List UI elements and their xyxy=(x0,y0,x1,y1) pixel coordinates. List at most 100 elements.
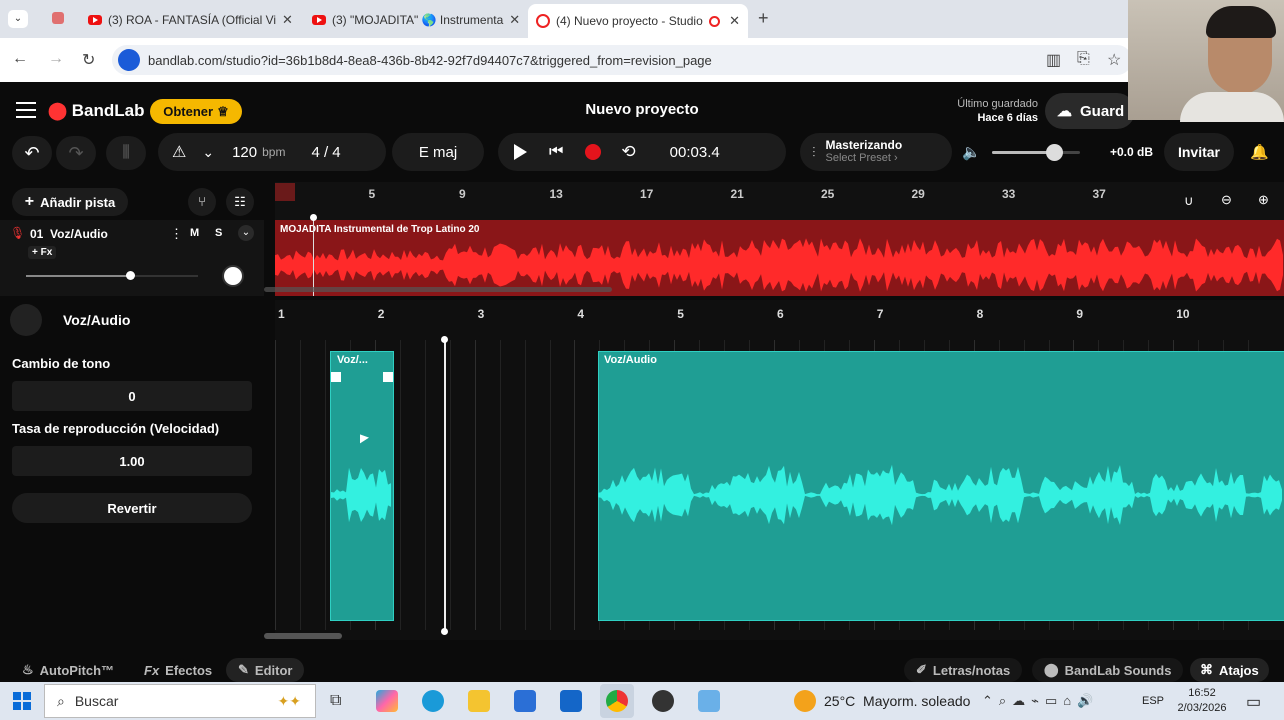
top-horizontal-scrollbar[interactable] xyxy=(264,287,612,292)
forward-icon[interactable]: → xyxy=(48,50,64,68)
site-info-icon[interactable] xyxy=(118,49,140,71)
tab-list-chevron-icon[interactable]: ⌄ xyxy=(8,10,28,28)
tuner-fork-icon[interactable]: ⑂ xyxy=(188,188,216,216)
tempo-group: ⚠ ⌄ 120 bpm 4 / 4 xyxy=(158,133,386,171)
mastering-button[interactable]: ⫶ Masterizando Select Preset › xyxy=(800,133,952,171)
editor-ruler-tick-label: 2 xyxy=(377,307,385,321)
url-field[interactable]: bandlab.com/studio?id=36b1b8d4-8ea8-436b… xyxy=(112,45,1132,75)
tab-efectos[interactable]: Fx Efectos xyxy=(144,658,212,682)
pitch-input[interactable]: 0 xyxy=(12,381,252,411)
skip-back-icon[interactable]: ⏮ xyxy=(549,143,563,161)
speed-input[interactable]: 1.00 xyxy=(12,446,252,476)
bandlab-logo[interactable]: ⬤ BandLab xyxy=(48,101,145,121)
invite-button[interactable]: Invitar xyxy=(1164,133,1234,171)
obtener-button[interactable]: Obtener ♕ xyxy=(150,99,242,124)
outlook-icon[interactable] xyxy=(560,690,582,712)
menu-icon[interactable] xyxy=(16,102,36,118)
volume-icon[interactable]: 🔈 xyxy=(962,143,981,161)
grid-line xyxy=(300,340,301,630)
close-icon[interactable]: ✕ xyxy=(729,13,740,29)
track-name[interactable]: Voz/Audio xyxy=(50,227,108,241)
obs-icon[interactable] xyxy=(652,690,674,712)
close-icon[interactable]: ✕ xyxy=(509,12,520,28)
browser-tab-1[interactable]: (3) ROA - FANTASÍA (Official Vi ✕ xyxy=(80,6,300,34)
volume-slider-knob[interactable] xyxy=(1045,144,1063,161)
close-icon[interactable]: ✕ xyxy=(282,12,293,28)
key-selector[interactable]: E maj xyxy=(392,133,484,171)
tab-label: Editor xyxy=(254,662,293,678)
notifications-icon[interactable]: ▭ xyxy=(1246,692,1261,712)
loop-icon[interactable]: ⟲ xyxy=(621,142,635,162)
metronome-icon[interactable]: ⚠ xyxy=(172,142,186,162)
tab-shortcuts[interactable]: ⌘ Atajos xyxy=(1190,658,1269,682)
language-indicator[interactable]: ESP xyxy=(1142,695,1164,707)
back-icon[interactable]: ← xyxy=(12,50,28,68)
taskbar-search[interactable]: ⌕ Buscar ✦✦ xyxy=(44,684,316,718)
copilot-icon[interactable] xyxy=(376,690,398,712)
chevron-down-icon[interactable]: ⌄ xyxy=(202,144,214,161)
bpm-value[interactable]: 120 xyxy=(232,144,257,161)
clip-trim-handle-right[interactable] xyxy=(383,372,393,382)
task-view-icon[interactable]: ⧉ xyxy=(330,692,341,710)
project-title[interactable]: Nuevo proyecto xyxy=(500,101,784,118)
chrome-icon[interactable] xyxy=(606,690,628,712)
editor-ruler-tick-label: 8 xyxy=(976,307,984,321)
browser-tab-3-active[interactable]: (4) Nuevo proyecto - Studio ✕ xyxy=(528,4,748,38)
install-app-icon[interactable]: ⎘ xyxy=(1077,50,1090,68)
redo-icon[interactable]: ↷ xyxy=(56,136,96,170)
file-explorer-icon[interactable] xyxy=(468,690,490,712)
app-icon[interactable] xyxy=(698,690,720,712)
clip-trim-handle-left[interactable] xyxy=(331,372,341,382)
editor-playhead[interactable] xyxy=(444,340,446,632)
notifications-bell-icon[interactable]: 🔔 xyxy=(1250,143,1269,161)
play-icon[interactable] xyxy=(514,144,527,160)
sparkle-icon: ✦✦ xyxy=(277,692,301,709)
track-menu-icon[interactable]: ⋮ xyxy=(170,226,183,242)
new-tab-icon[interactable]: + xyxy=(758,8,769,29)
record-icon[interactable] xyxy=(585,144,602,160)
track-volume-knob[interactable] xyxy=(126,271,135,280)
time-signature[interactable]: 4 / 4 xyxy=(311,144,340,161)
editor-horizontal-scrollbar[interactable] xyxy=(264,633,342,639)
save-button[interactable]: ☁ Guard xyxy=(1045,93,1135,129)
autopitch-icon: ♨ xyxy=(22,662,34,677)
mute-button[interactable]: M xyxy=(190,227,199,239)
tab-group-icon[interactable] xyxy=(52,12,64,24)
revert-button[interactable]: Revertir xyxy=(12,493,252,523)
edge-icon[interactable] xyxy=(422,690,444,712)
zoom-in-icon[interactable]: ⊕ xyxy=(1258,192,1269,208)
timeline-ruler[interactable]: 15913172125293337 xyxy=(275,182,1284,220)
add-fx-button[interactable]: + Fx xyxy=(28,246,57,259)
store-icon[interactable] xyxy=(514,690,536,712)
playhead-top xyxy=(310,214,317,221)
timeline-playhead[interactable] xyxy=(313,218,314,296)
undo-icon[interactable]: ↶ xyxy=(12,136,52,170)
windows-start-icon[interactable] xyxy=(13,692,31,710)
mixer-icon[interactable]: ☷ xyxy=(226,188,254,216)
bookmark-star-icon[interactable]: ☆ xyxy=(1107,50,1121,70)
piano-keys-icon[interactable]: ⫼ xyxy=(106,136,146,170)
reading-mode-icon[interactable]: ▥ xyxy=(1046,50,1061,70)
weather-text[interactable]: 25°C Mayorm. soleado xyxy=(824,693,970,709)
browser-tab-2[interactable]: (3) "MOJADITA" 🌎 Instrumenta ✕ xyxy=(304,6,524,34)
tab-bandlab-sounds[interactable]: ⬤ BandLab Sounds xyxy=(1032,658,1184,682)
system-tray-icons[interactable]: ⌃⌕☁⌁▭⌂🔊 xyxy=(982,693,1099,709)
tab-lyrics[interactable]: ✐ Letras/notas xyxy=(904,658,1023,682)
command-icon: ⌘ xyxy=(1200,662,1213,677)
zoom-out-icon[interactable]: ⊖ xyxy=(1221,192,1232,208)
tab-editor[interactable]: ✎ Editor xyxy=(226,658,305,682)
youtube-icon xyxy=(88,15,102,25)
clock[interactable]: 16:52 2/03/2026 xyxy=(1172,686,1232,716)
editor-ruler-tick-label: 4 xyxy=(577,307,585,321)
track-expand-icon[interactable]: ⌄ xyxy=(238,225,254,241)
tab-label: Letras/notas xyxy=(932,662,1011,678)
tab-autopitch[interactable]: ♨ AutoPitch™ xyxy=(22,658,114,682)
reload-icon[interactable]: ↻ xyxy=(82,50,95,70)
add-track-button[interactable]: + Añadir pista xyxy=(12,188,128,216)
solo-button[interactable]: S xyxy=(215,227,222,239)
microphone-icon[interactable]: 🎙 xyxy=(10,226,25,240)
magnet-icon[interactable]: ∪ xyxy=(1184,193,1194,209)
editor-ruler-tick-label: 3 xyxy=(477,307,485,321)
track-volume-slider[interactable] xyxy=(26,275,130,277)
pan-knob[interactable] xyxy=(222,265,244,287)
